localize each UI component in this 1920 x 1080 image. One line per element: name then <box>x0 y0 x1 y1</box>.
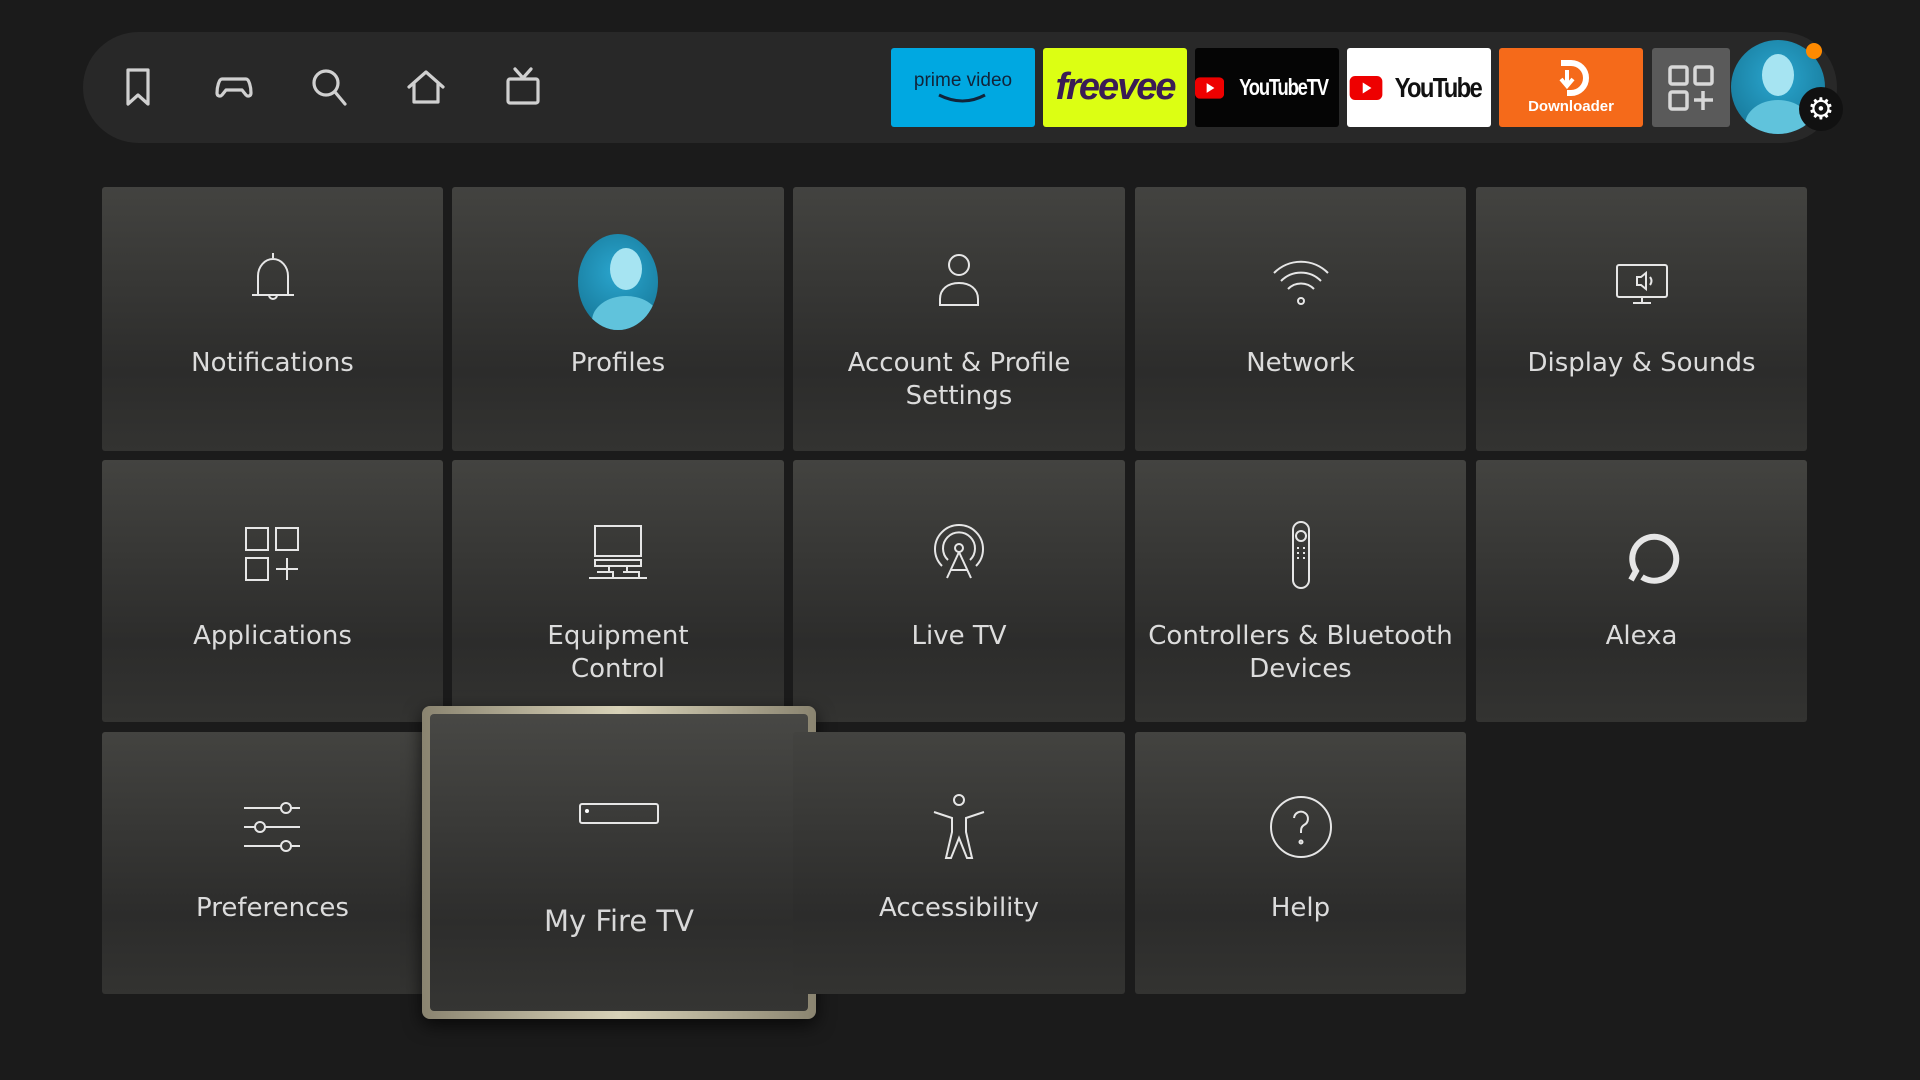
tile-label: Alexa <box>1605 621 1678 651</box>
tile-account-profile-settings[interactable]: Account & Profile Settings <box>793 187 1125 451</box>
tile-label: Live TV <box>911 621 1007 651</box>
app-label: prime video <box>913 69 1013 91</box>
apps-grid-icon <box>1668 64 1714 111</box>
search-icon[interactable] <box>306 64 352 110</box>
tile-label: Accessibility <box>879 893 1039 923</box>
avatar-head <box>1762 54 1794 96</box>
app-youtube[interactable]: YouTube <box>1347 48 1491 127</box>
live-tv-icon[interactable] <box>500 64 546 110</box>
tile-label: Help <box>1270 893 1331 923</box>
tile-label: Applications <box>193 621 352 651</box>
remote-icon <box>1261 515 1341 595</box>
app-prime-video[interactable]: prime video <box>891 48 1035 127</box>
tile-profiles[interactable]: Profiles <box>452 187 784 451</box>
wifi-icon <box>1261 242 1341 322</box>
alexa-icon <box>1602 515 1682 595</box>
accessibility-icon <box>919 787 999 867</box>
app-label: freevee <box>1055 66 1176 108</box>
tile-label: Preferences <box>196 893 349 923</box>
app-label: YouTube <box>1394 71 1483 103</box>
app-label: YouTubeTV <box>1239 74 1329 100</box>
display-sound-icon <box>1602 242 1682 322</box>
apps-icon <box>233 515 313 595</box>
tile-label: Network <box>1246 348 1355 378</box>
app-youtube-tv[interactable]: YouTubeTV <box>1195 48 1339 127</box>
app-freevee[interactable]: freevee <box>1043 48 1187 127</box>
profile-avatar-icon <box>578 234 658 330</box>
tile-display-sounds[interactable]: Display & Sounds <box>1476 187 1807 451</box>
app-label: Downloader <box>1528 98 1614 115</box>
fire-tv-device-icon <box>579 803 659 824</box>
tile-accessibility[interactable]: Accessibility <box>793 732 1125 994</box>
all-apps-button[interactable] <box>1652 48 1730 127</box>
settings-gear-icon[interactable]: ⚙ <box>1799 87 1843 131</box>
bell-icon <box>233 242 313 322</box>
tile-preferences[interactable]: Preferences <box>102 732 443 994</box>
tile-label: Account & Profile Settings <box>847 348 1071 411</box>
bookmark-icon[interactable] <box>115 64 161 110</box>
tile-network[interactable]: Network <box>1135 187 1466 451</box>
equipment-icon <box>578 515 658 595</box>
youtube-play-icon <box>1349 75 1383 100</box>
tile-label: Profiles <box>570 348 666 378</box>
notification-dot <box>1806 43 1822 59</box>
tile-equipment-control[interactable]: Equipment Control <box>452 460 784 722</box>
help-icon <box>1261 787 1341 867</box>
tile-label: Notifications <box>191 348 354 378</box>
sliders-icon <box>233 787 313 867</box>
app-downloader[interactable]: Downloader <box>1499 48 1643 127</box>
game-controller-icon[interactable] <box>211 64 257 110</box>
tile-label: My Fire TV <box>544 904 694 938</box>
downloader-logo-icon <box>1559 60 1589 96</box>
tile-help[interactable]: Help <box>1135 732 1466 994</box>
focused-tile-inner: My Fire TV <box>430 714 808 1011</box>
tile-applications[interactable]: Applications <box>102 460 443 722</box>
home-icon[interactable] <box>403 64 449 110</box>
tile-notifications[interactable]: Notifications <box>102 187 443 451</box>
tile-label: Display & Sounds <box>1527 348 1756 378</box>
tile-my-fire-tv[interactable]: My Fire TV <box>422 706 816 1019</box>
person-icon <box>919 242 999 322</box>
youtube-play-icon <box>1195 76 1225 99</box>
amazon-smile-icon <box>938 93 986 102</box>
tile-alexa[interactable]: Alexa <box>1476 460 1807 722</box>
tile-live-tv[interactable]: Live TV <box>793 460 1125 722</box>
antenna-icon <box>919 515 999 595</box>
tile-label: Equipment Control <box>547 621 689 684</box>
tile-controllers-bluetooth-devices[interactable]: Controllers & Bluetooth Devices <box>1135 460 1466 722</box>
tile-label: Controllers & Bluetooth Devices <box>1148 621 1453 684</box>
